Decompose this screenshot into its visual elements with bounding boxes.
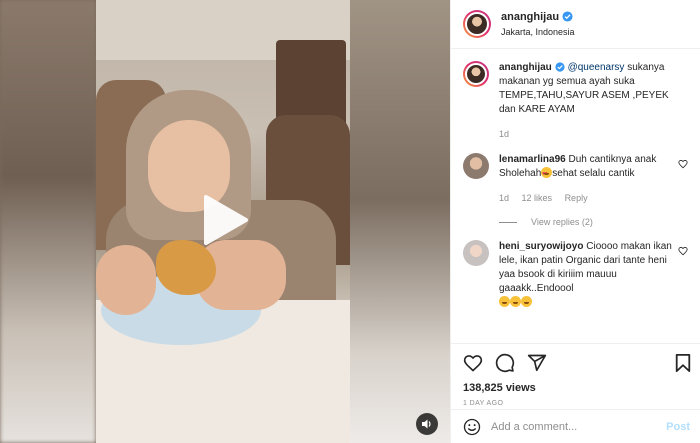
heart-icon[interactable]	[463, 353, 483, 373]
heart-eyes-emoji-icon	[541, 167, 553, 181]
avatar[interactable]	[463, 153, 489, 179]
verified-icon	[555, 62, 565, 72]
reply-button[interactable]: Reply	[565, 193, 588, 203]
comment-likes[interactable]: 12 likes	[522, 193, 553, 203]
replies-divider	[499, 221, 517, 223]
sound-icon	[422, 419, 431, 429]
avatar[interactable]	[463, 61, 489, 87]
avatar[interactable]	[463, 10, 491, 38]
caption-time[interactable]: 1d	[499, 129, 509, 139]
comment-like-heart-icon[interactable]	[678, 246, 688, 256]
header-location[interactable]: Jakarta, Indonesia	[501, 25, 575, 39]
video-blur-right	[350, 0, 450, 443]
caption-username[interactable]: ananghijau	[499, 62, 552, 73]
video-blur-left	[0, 0, 96, 443]
instagram-post: ananghijau Jakarta, Indonesia ananghijau…	[0, 0, 700, 443]
comment: heni_suryowijoyo Cioooo makan ikan lele,…	[463, 240, 690, 310]
caption-meta: 1d	[499, 127, 681, 141]
laughing-emoji-icon	[521, 296, 532, 307]
comment-time[interactable]: 1d	[499, 193, 509, 203]
post-age[interactable]: 1 DAY AGO	[463, 400, 690, 407]
video-player[interactable]	[0, 0, 450, 443]
comment-like-heart-icon[interactable]	[678, 159, 688, 169]
bookmark-icon[interactable]	[674, 353, 692, 373]
header-text: ananghijau Jakarta, Indonesia	[501, 10, 575, 39]
sound-button[interactable]	[416, 413, 438, 435]
comments-list[interactable]: ananghijau @queenarsy sukanya makanan yg…	[451, 49, 700, 343]
post-header: ananghijau Jakarta, Indonesia	[451, 0, 700, 49]
header-username[interactable]: ananghijau	[501, 11, 559, 23]
video-scene-hand	[96, 245, 156, 315]
comment-username[interactable]: lenamarlina96	[499, 154, 566, 165]
view-replies-button[interactable]: View replies (2)	[499, 217, 690, 227]
comment-body: lenamarlina96 Duh cantiknya anak Sholeha…	[499, 153, 681, 205]
action-icons	[463, 352, 690, 374]
caption-mention[interactable]: @queenarsy	[568, 62, 625, 73]
view-replies-label: View replies (2)	[531, 217, 593, 227]
post-side-panel: ananghijau Jakarta, Indonesia ananghijau…	[450, 0, 700, 443]
comment-username[interactable]: heni_suryowijoyo	[499, 241, 583, 252]
avatar[interactable]	[463, 240, 489, 266]
comment-meta: 1d 12 likes Reply	[499, 191, 681, 205]
action-bar: 138,825 views 1 DAY AGO	[451, 343, 700, 409]
comment: lenamarlina96 Duh cantiknya anak Sholeha…	[463, 153, 690, 205]
comment-input[interactable]	[491, 420, 667, 433]
caption: ananghijau @queenarsy sukanya makanan yg…	[463, 61, 690, 141]
view-count[interactable]: 138,825 views	[463, 382, 690, 394]
play-icon[interactable]	[200, 193, 250, 247]
laughing-emoji-icon	[499, 296, 510, 307]
verified-icon	[562, 10, 573, 22]
emoji-icon[interactable]	[463, 418, 481, 436]
add-comment-bar: Post	[451, 409, 700, 443]
comment-text: sehat selalu cantik	[552, 168, 635, 179]
comment-body: heni_suryowijoyo Cioooo makan ikan lele,…	[499, 240, 681, 310]
laughing-emoji-icon	[510, 296, 521, 307]
caption-body: ananghijau @queenarsy sukanya makanan yg…	[499, 61, 681, 141]
post-button[interactable]: Post	[666, 421, 690, 433]
share-icon[interactable]	[527, 353, 547, 373]
comment-icon[interactable]	[495, 353, 515, 373]
